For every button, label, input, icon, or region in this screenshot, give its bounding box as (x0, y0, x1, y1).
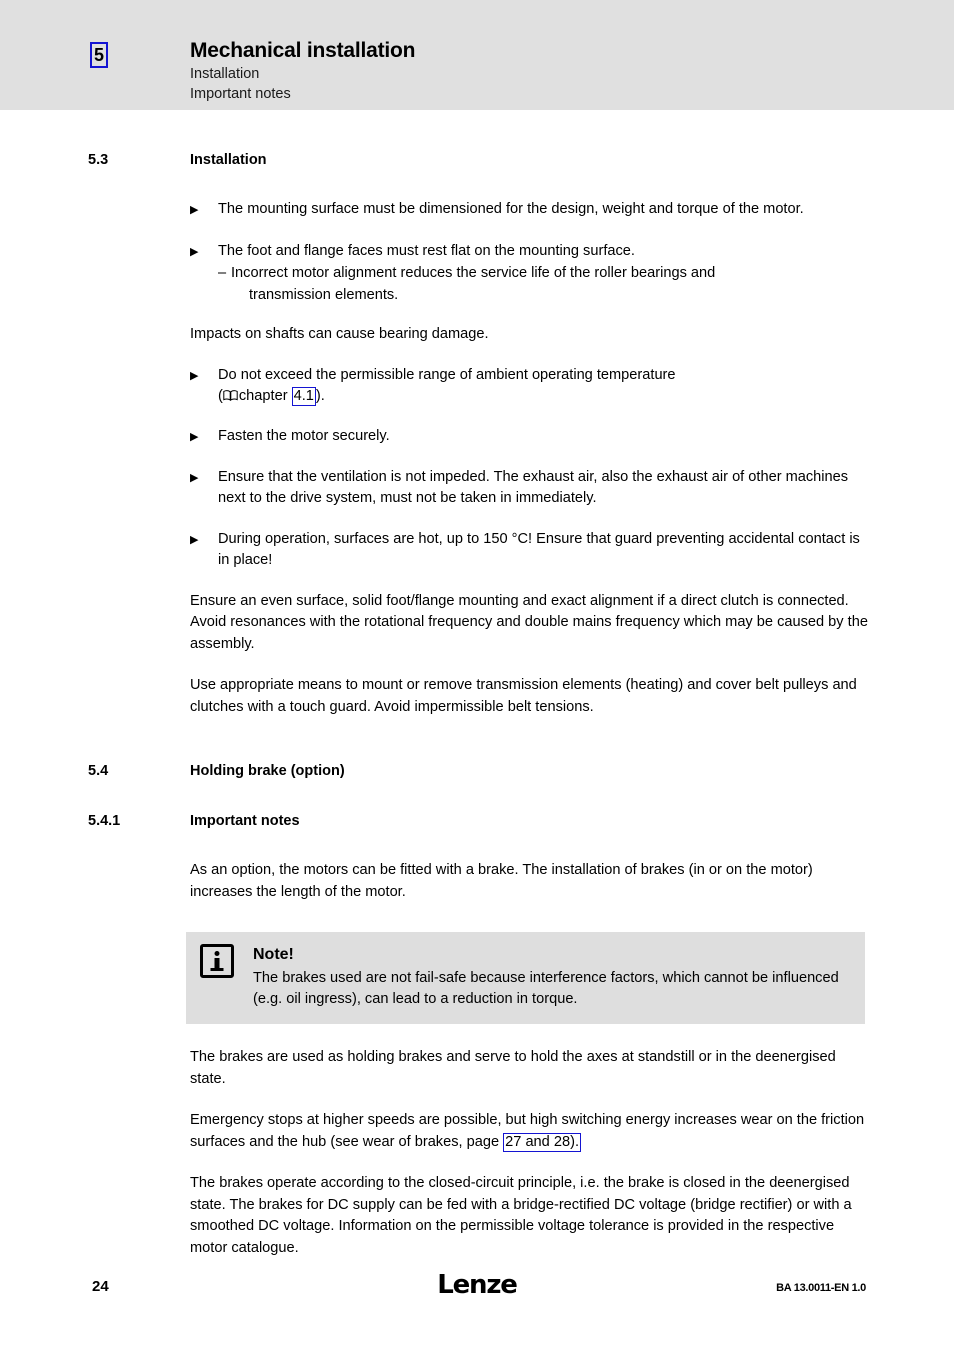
bullet-marker-icon: ▶ (190, 204, 199, 216)
list-item: ▶ Ensure that the ventilation is not imp… (190, 467, 868, 510)
chapter-ref-close-paren: ). (315, 388, 325, 404)
section-number-5-4: 5.4 (88, 763, 109, 779)
book-icon (223, 390, 238, 401)
section-heading-5-4-1: 5.4.1 Important notes (0, 811, 954, 831)
list-item-text: Fasten the motor securely. (218, 427, 390, 444)
note-title: Note! (253, 946, 294, 963)
list-item-text: The mounting surface must be dimensioned… (218, 201, 804, 217)
sub-list-item-text: Incorrect motor alignment reduces the se… (231, 263, 868, 306)
page-title: Mechanical installation (190, 39, 416, 62)
paragraph-brake-option: As an option, the motors can be fitted w… (190, 862, 813, 900)
page-content: 5.3 Installation ▶ The mounting surface … (0, 110, 954, 1259)
list-item: ▶ Do not exceed the permissible range of… (190, 365, 868, 408)
note-text: The brakes used are not fail-safe becaus… (253, 970, 839, 1007)
info-icon (200, 944, 234, 978)
header-text-block: Mechanical installation Installation Imp… (190, 38, 415, 104)
paragraph-impacts: Impacts on shafts can cause bearing dama… (190, 326, 489, 342)
bullet-marker-icon: ▶ (190, 246, 199, 258)
section-5-3-body: ▶ The mounting surface must be dimension… (190, 199, 868, 718)
list-item-text: Ensure that the ventilation is not imped… (218, 468, 849, 507)
paragraph-even-surface: Ensure an even surface, solid foot/flang… (190, 592, 868, 652)
chapter-ref-word: chapter (238, 388, 288, 404)
paragraph-emergency-stops: Emergency stops at higher speeds are pos… (190, 1110, 868, 1153)
bullet-marker-icon: ▶ (190, 471, 199, 484)
list-item-line-1: Do not exceed the permissible range of a… (218, 366, 676, 383)
info-icon-base (210, 968, 224, 971)
bullet-marker-icon: ▶ (190, 533, 199, 546)
list-item: ▶ The mounting surface must be dimension… (190, 199, 868, 221)
paragraph-transmission-elements: Use appropriate means to mount or remove… (190, 677, 857, 715)
list-item-text: Do not exceed the permissible range of a… (218, 365, 868, 408)
note-callout-box: Note! The brakes used are not fail-safe … (186, 932, 865, 1024)
section-title-5-4: Holding brake (option) (190, 763, 345, 779)
document-id: BA 13.0011-EN 1.0 (776, 1282, 866, 1294)
section-number-5-3: 5.3 (88, 152, 109, 168)
sub-list-item-line-2: transmission elements. (249, 286, 399, 303)
paragraph-holding-brakes: The brakes are used as holding brakes an… (190, 1049, 836, 1087)
section-title-5-3: Installation (190, 152, 267, 168)
page-footer: 24 Lenze BA 13.0011-EN 1.0 (0, 1270, 954, 1350)
paragraph-closed-circuit: The brakes operate according to the clos… (190, 1175, 852, 1256)
list-item: ▶ The foot and flange faces must rest fl… (190, 241, 868, 263)
page-link-27-28[interactable]: 27 and 28). (503, 1132, 581, 1152)
header-subtitle-1: Installation (190, 66, 260, 82)
sub-list-item-line-1: Incorrect motor alignment reduces the se… (231, 265, 716, 281)
section-5-4-1-body: As an option, the motors can be fitted w… (190, 860, 868, 903)
section-number-5-4-1: 5.4.1 (88, 813, 121, 829)
info-icon-dot (214, 951, 220, 956)
list-item: ▶ Fasten the motor securely. (190, 426, 868, 448)
sub-list-item: – Incorrect motor alignment reduces the … (218, 263, 868, 306)
note-body: Note! The brakes used are not fail-safe … (253, 944, 851, 1010)
list-item-text: The foot and flange faces must rest flat… (218, 243, 635, 259)
chapter-link-4-1[interactable]: 4.1 (291, 387, 316, 406)
section-heading-5-4: 5.4 Holding brake (option) (0, 761, 954, 781)
sub-bullet-marker-icon: – (218, 265, 227, 281)
bullet-marker-icon: ▶ (190, 369, 199, 382)
section-heading-5-3: 5.3 Installation (0, 150, 954, 170)
list-item: ▶ During operation, surfaces are hot, up… (190, 529, 868, 572)
bullet-marker-icon: ▶ (190, 430, 199, 443)
header-subtitle-2: Important notes (190, 86, 291, 102)
chapter-number-badge[interactable]: 5 (90, 42, 108, 68)
page-header: 5 Mechanical installation Installation I… (0, 0, 954, 110)
section-title-5-4-1: Important notes (190, 813, 300, 829)
list-item-text: During operation, surfaces are hot, up t… (218, 530, 860, 569)
section-5-4-1-body-continued: The brakes are used as holding brakes an… (190, 1047, 868, 1259)
